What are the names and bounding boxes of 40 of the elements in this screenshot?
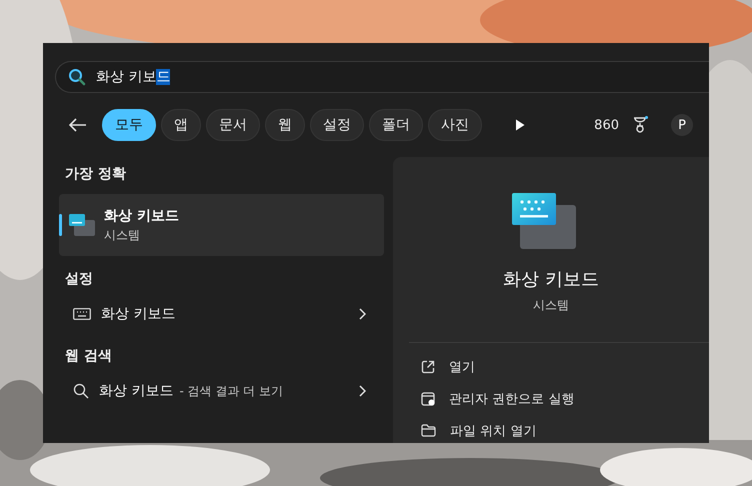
- result-hint: - 검색 결과 더 보기: [179, 382, 284, 400]
- profile-avatar[interactable]: P: [671, 114, 693, 136]
- section-heading: 웹 검색: [64, 347, 113, 366]
- medal-icon[interactable]: [632, 116, 648, 134]
- search-icon: [73, 383, 89, 399]
- keyboard-app-icon: [512, 193, 576, 249]
- back-arrow-icon[interactable]: [69, 118, 87, 132]
- filter-tab[interactable]: 문서: [206, 109, 260, 141]
- search-text: 화상 키보드: [96, 68, 170, 86]
- section-heading: 가장 정확: [64, 165, 127, 184]
- action-item[interactable]: 열기: [421, 357, 709, 376]
- result-item[interactable]: 화상 키보드 시스템: [59, 194, 384, 256]
- filter-tab[interactable]: 설정: [310, 109, 364, 141]
- result-subtitle: 시스템: [104, 226, 140, 244]
- keyboard-app-icon: [69, 214, 95, 236]
- action-item[interactable]: 관리자 권한으로 실행: [421, 389, 709, 408]
- result-title: 화상 키보드: [101, 305, 176, 323]
- play-icon[interactable]: [515, 119, 525, 131]
- filter-tab[interactable]: 웹: [265, 109, 305, 141]
- points-count: 860: [594, 118, 619, 132]
- search-field[interactable]: 화상 키보드: [55, 61, 709, 93]
- chevron-right-icon[interactable]: [359, 308, 366, 320]
- search-icon: [68, 68, 86, 86]
- filter-tab[interactable]: 모두: [102, 109, 156, 141]
- filter-tab[interactable]: 폴더: [369, 109, 423, 141]
- app-subtitle: 시스템: [533, 297, 569, 314]
- section-heading: 설정: [64, 270, 94, 289]
- shield-window-icon: [421, 392, 435, 406]
- folder-icon: [421, 424, 436, 437]
- result-title: 화상 키보드: [104, 206, 179, 224]
- filter-tab[interactable]: 사진: [428, 109, 482, 141]
- keyboard-icon: [73, 308, 91, 320]
- result-item[interactable]: 화상 키보드: [59, 299, 384, 329]
- filter-tab[interactable]: 앱: [161, 109, 201, 141]
- app-title: 화상 키보드: [503, 268, 599, 291]
- action-item[interactable]: 파일 위치 열기: [421, 421, 709, 440]
- result-title: 화상 키보드: [99, 382, 174, 400]
- chevron-right-icon[interactable]: [359, 385, 366, 397]
- result-item[interactable]: 화상 키보드 - 검색 결과 더 보기: [59, 376, 384, 406]
- external-link-icon: [421, 360, 435, 374]
